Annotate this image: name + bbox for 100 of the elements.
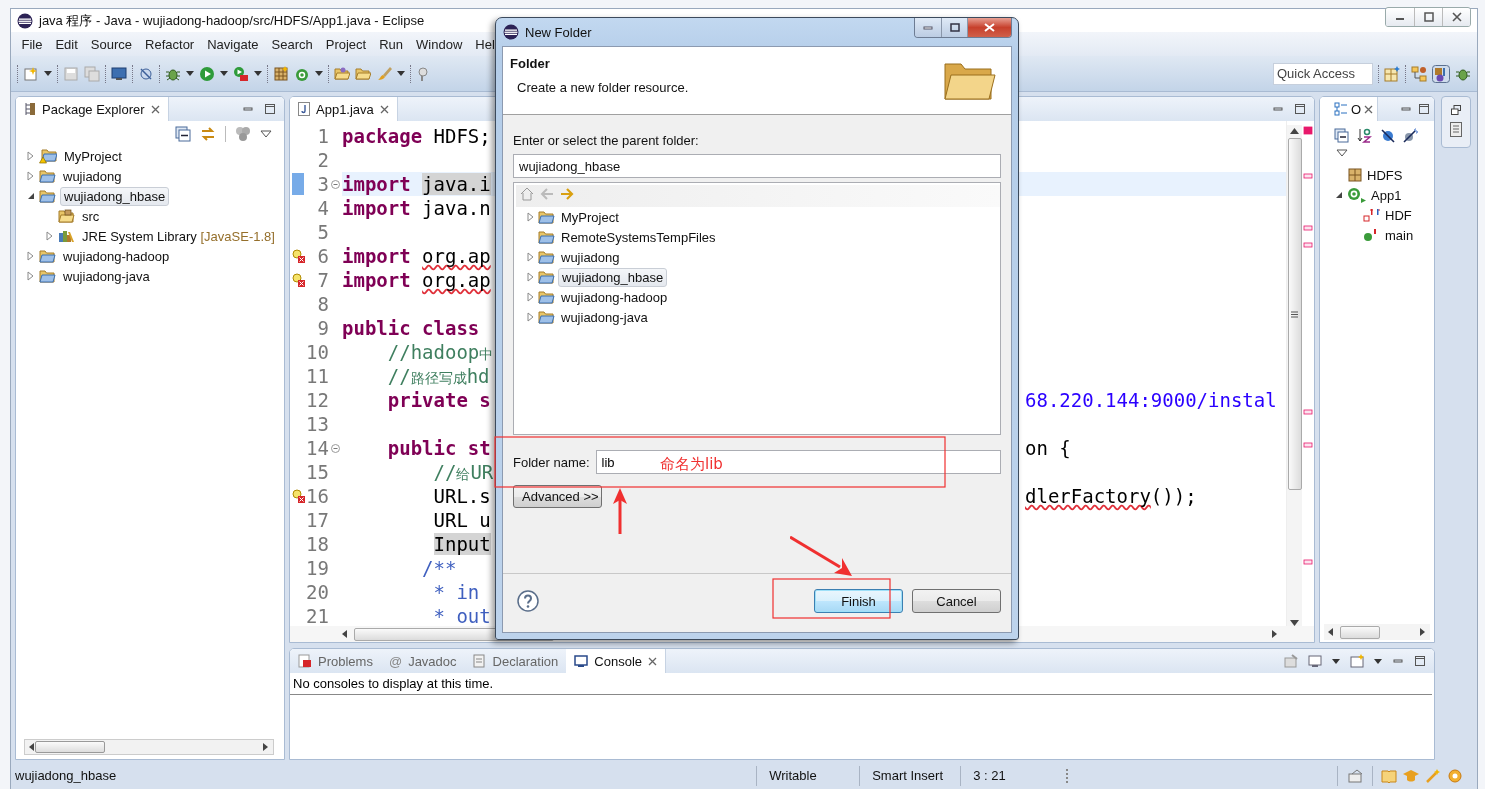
outline-item[interactable]: main — [1385, 227, 1414, 243]
expand-arrow-icon[interactable] — [526, 292, 535, 302]
menu-item[interactable]: Navigate — [200, 36, 265, 52]
menu-item[interactable]: Refactor — [138, 36, 201, 52]
sort-icon[interactable] — [1357, 127, 1372, 143]
fold-icon[interactable] — [331, 443, 340, 453]
run-tool-icon[interactable] — [233, 65, 249, 82]
package-explorer-tab[interactable]: Package Explorer — [16, 97, 169, 121]
tree-item[interactable]: MyProject — [61, 147, 125, 165]
collapse-arrow-icon[interactable] — [1334, 190, 1343, 200]
collapse-arrow-icon[interactable] — [26, 191, 35, 201]
editor-tab[interactable]: App1.java — [290, 97, 398, 121]
expand-arrow-icon[interactable] — [26, 151, 35, 161]
display-console-icon[interactable] — [1308, 654, 1322, 668]
scroll-right-icon[interactable] — [263, 743, 269, 751]
outline-item[interactable]: HDF — [1385, 207, 1412, 223]
dialog-button[interactable]: Finish — [814, 589, 903, 613]
close-icon[interactable] — [150, 104, 160, 114]
dropdown-caret-icon[interactable] — [1374, 658, 1382, 664]
outline-tab[interactable]: O — [1320, 97, 1379, 121]
maximize-icon[interactable] — [1414, 655, 1426, 667]
expand-arrow-icon[interactable] — [45, 231, 54, 241]
scrollbar-thumb[interactable] — [1287, 138, 1302, 490]
expand-arrow-icon[interactable] — [526, 312, 535, 322]
folder-item[interactable]: wujiadong_hbase — [558, 267, 668, 287]
outline-item[interactable]: App1 — [1371, 187, 1402, 203]
tree-item[interactable]: JRE System Library [JavaSE-1.8] — [79, 227, 278, 245]
dropdown-caret-icon[interactable] — [397, 71, 405, 76]
expand-arrow-icon[interactable] — [526, 252, 535, 262]
dropdown-caret-icon[interactable] — [186, 71, 194, 76]
hide-fields-icon[interactable] — [1380, 127, 1395, 143]
expand-arrow-icon[interactable] — [526, 212, 535, 222]
hide-static-icon[interactable] — [1403, 127, 1418, 143]
view-tab[interactable]: @ Javadoc — [380, 649, 465, 673]
parent-folder-field[interactable]: wujiadong_hbase — [513, 154, 1001, 178]
expand-arrow-icon[interactable] — [26, 171, 35, 181]
dropdown-caret-icon[interactable] — [315, 71, 323, 76]
link-editor-icon[interactable] — [200, 126, 216, 142]
folder-item[interactable]: wujiadong-hadoop — [558, 288, 671, 306]
menu-item[interactable]: Project — [319, 36, 373, 52]
dropdown-caret-icon[interactable] — [254, 71, 262, 76]
dialog-button[interactable]: Cancel — [912, 589, 1001, 613]
dropdown-caret-icon[interactable] — [44, 71, 52, 76]
menu-item[interactable]: File — [15, 36, 49, 52]
scrollbar-thumb[interactable] — [35, 741, 105, 753]
menu-item[interactable]: Window — [409, 36, 469, 52]
folder-item[interactable]: wujiadong — [558, 248, 623, 266]
menu-item[interactable]: Run — [372, 36, 410, 52]
quick-access-field[interactable]: Quick Access — [1273, 62, 1373, 85]
settings-icon[interactable] — [1447, 767, 1463, 784]
tree-item[interactable]: src — [79, 207, 103, 225]
java-perspective-icon[interactable] — [1432, 64, 1450, 83]
view-tab[interactable]: Declaration — [464, 649, 567, 673]
maximize-icon[interactable] — [1294, 103, 1306, 115]
tree-item[interactable]: wujiadong_hbase — [60, 186, 170, 206]
close-button[interactable] — [1442, 8, 1470, 26]
view-tab[interactable]: Console — [566, 649, 666, 673]
folder-item[interactable]: wujiadong-java — [558, 308, 651, 326]
fold-icon[interactable] — [331, 179, 340, 189]
view-tab[interactable]: Problems — [290, 649, 381, 673]
dropdown-caret-icon[interactable] — [1332, 658, 1340, 664]
outline-item[interactable]: HDFS — [1367, 167, 1403, 183]
filter-icon[interactable] — [235, 126, 251, 142]
run-icon[interactable] — [199, 65, 215, 82]
scroll-left-icon[interactable] — [1328, 628, 1334, 636]
scroll-left-icon[interactable] — [342, 630, 348, 638]
folder-icon[interactable] — [355, 65, 371, 82]
view-menu-icon[interactable] — [1336, 149, 1348, 157]
collapse-all-icon[interactable] — [175, 126, 191, 142]
view-menu-icon[interactable] — [260, 130, 272, 138]
scroll-up-icon[interactable] — [1290, 128, 1299, 134]
expand-arrow-icon[interactable] — [26, 251, 35, 261]
minimize-button[interactable] — [1386, 8, 1414, 26]
expand-arrow-icon[interactable] — [26, 271, 35, 281]
tree-item[interactable]: wujiadong-hadoop — [60, 247, 173, 265]
maximize-button[interactable] — [941, 18, 967, 37]
close-icon[interactable] — [648, 656, 657, 666]
dropdown-caret-icon[interactable] — [220, 71, 228, 76]
progress-icon[interactable] — [1348, 768, 1364, 783]
menu-item[interactable]: Edit — [48, 36, 85, 52]
folder-item[interactable]: RemoteSystemsTempFiles — [558, 228, 719, 246]
close-icon[interactable] — [1364, 104, 1374, 114]
close-button[interactable] — [967, 18, 1011, 37]
tree-item[interactable]: wujiadong-java — [60, 267, 153, 285]
breakpoint-off-icon[interactable] — [138, 65, 154, 82]
close-icon[interactable] — [379, 104, 389, 114]
maximize-button[interactable] — [1414, 8, 1442, 26]
grid-icon[interactable] — [273, 65, 289, 82]
advanced-button[interactable]: Advanced >> — [513, 485, 602, 508]
collapse-all-icon[interactable] — [1334, 127, 1349, 143]
restore-icon[interactable] — [1451, 105, 1461, 115]
monitor-icon[interactable] — [111, 65, 127, 82]
menu-item[interactable]: Search — [265, 36, 320, 52]
maximize-icon[interactable] — [264, 103, 276, 115]
scroll-right-icon[interactable] — [1420, 628, 1426, 636]
menu-item[interactable]: Source — [84, 36, 139, 52]
home-icon[interactable] — [520, 187, 534, 201]
tree-item[interactable]: wujiadong — [60, 167, 125, 185]
task-list-icon[interactable] — [1450, 122, 1462, 137]
open-folder-icon[interactable] — [334, 65, 350, 82]
